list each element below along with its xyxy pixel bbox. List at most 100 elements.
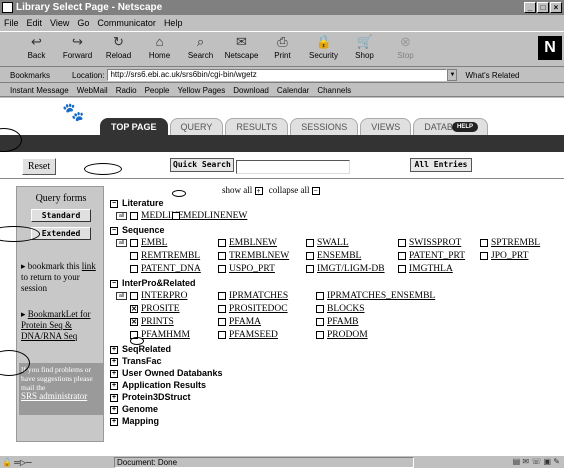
databank-checkbox[interactable] <box>316 291 324 300</box>
close-button[interactable]: × <box>550 2 562 13</box>
collapse-all-link[interactable]: collapse all <box>269 185 310 195</box>
toolbar-security-button[interactable]: 🔒 Security <box>303 32 344 66</box>
expand-icon[interactable]: + <box>110 369 118 378</box>
tab-top-page[interactable]: TOP PAGE <box>100 118 168 135</box>
databank-checkbox[interactable] <box>172 211 180 220</box>
databank-checkbox[interactable] <box>130 251 138 260</box>
databank-checkbox[interactable] <box>130 291 138 300</box>
databank-link[interactable]: EMBLNEW <box>229 238 277 248</box>
menu-file[interactable]: File <box>4 16 19 30</box>
databank-link[interactable]: IPRMATCHES_ENSEMBL <box>327 291 435 301</box>
expand-icon[interactable]: + <box>110 417 118 426</box>
databank-link[interactable]: SPTREMBL <box>491 238 540 248</box>
databank-link[interactable]: MEDLINENEW <box>183 211 247 221</box>
expand-icon[interactable]: + <box>110 393 118 402</box>
databank-checkbox[interactable] <box>316 317 324 326</box>
tab-query[interactable]: QUERY <box>169 118 224 135</box>
databank-link[interactable]: PRINTS <box>141 317 174 327</box>
select-all-icon[interactable]: all <box>116 239 127 247</box>
databank-link[interactable]: IMGTHLA <box>409 264 453 274</box>
databank-link[interactable]: PROSITE <box>141 304 180 314</box>
quick-search-input[interactable] <box>236 160 350 174</box>
databank-link[interactable]: JPO_PRT <box>491 251 528 261</box>
databank-checkbox[interactable] <box>218 317 226 326</box>
all-entries-button[interactable]: All Entries <box>410 158 472 172</box>
databank-checkbox[interactable] <box>218 291 226 300</box>
tab-results[interactable]: RESULTS <box>225 118 289 135</box>
extended-form-button[interactable]: Extended <box>31 227 91 240</box>
toolbar-shop-button[interactable]: 🛒 Shop <box>344 32 385 66</box>
databank-link[interactable]: EMBL <box>141 238 167 248</box>
databank-checkbox[interactable]: ✕ <box>130 317 138 326</box>
toolbar-netscape-button[interactable]: ✉ Netscape <box>221 32 262 66</box>
tab-views[interactable]: VIEWS <box>360 118 412 135</box>
component-bar-icon[interactable]: ▤ ✉ ☏ ▣ ✎ <box>513 457 560 466</box>
databank-checkbox[interactable] <box>398 264 406 273</box>
section-application-results[interactable]: + Application Results <box>110 380 206 391</box>
personal-bar-item[interactable]: Radio <box>116 86 137 95</box>
databank-link[interactable]: ENSEMBL <box>317 251 361 261</box>
databank-checkbox[interactable] <box>218 251 226 260</box>
toolbar-reload-button[interactable]: ↻ Reload <box>98 32 139 66</box>
databank-checkbox[interactable] <box>480 238 488 247</box>
databank-link[interactable]: PFAMHMM <box>141 330 190 340</box>
menu-help[interactable]: Help <box>164 16 183 30</box>
personal-bar-item[interactable]: Channels <box>317 86 351 95</box>
databank-link[interactable]: PFAMA <box>229 317 261 327</box>
databank-link[interactable]: INTERPRO <box>141 291 187 301</box>
personal-bar-item[interactable]: People <box>145 86 170 95</box>
personal-bar-item[interactable]: Download <box>233 86 269 95</box>
databank-link[interactable]: SWISSPROT <box>409 238 461 248</box>
section-literature[interactable]: − Literature <box>110 198 164 209</box>
databank-checkbox[interactable] <box>480 251 488 260</box>
databank-link[interactable]: TREMBLNEW <box>229 251 289 261</box>
databank-link[interactable]: PATENT_PRT <box>409 251 465 261</box>
databank-link[interactable]: SWALL <box>317 238 349 248</box>
personal-bar-item[interactable]: Yellow Pages <box>178 86 226 95</box>
databank-checkbox[interactable] <box>306 264 314 273</box>
databank-checkbox[interactable] <box>130 264 138 273</box>
expand-icon[interactable]: + <box>110 357 118 366</box>
personal-bar-item[interactable]: Calendar <box>277 86 309 95</box>
databank-checkbox[interactable] <box>218 264 226 273</box>
databank-link[interactable]: USPO_PRT <box>229 264 275 274</box>
databank-link[interactable]: BLOCKS <box>327 304 364 314</box>
section-user-owned-databanks[interactable]: + User Owned Databanks <box>110 368 223 379</box>
select-all-icon[interactable]: all <box>116 292 127 300</box>
databank-link[interactable]: IMGT/LIGM-DB <box>317 264 385 274</box>
collapse-icon[interactable]: − <box>110 199 118 208</box>
section-transfac[interactable]: + TransFac <box>110 356 162 367</box>
toolbar-back-button[interactable]: ↩ Back <box>16 32 57 66</box>
personal-bar-item[interactable]: WebMail <box>77 86 108 95</box>
bookmark-link[interactable]: link <box>82 261 96 271</box>
minimize-button[interactable]: _ <box>524 2 536 13</box>
menu-edit[interactable]: Edit <box>27 16 43 30</box>
databank-checkbox[interactable] <box>316 330 324 339</box>
collapse-icon[interactable]: − <box>110 279 118 288</box>
collapse-icon[interactable]: − <box>110 226 118 235</box>
toolbar-print-button[interactable]: ⎙ Print <box>262 32 303 66</box>
expand-icon[interactable]: + <box>110 345 118 354</box>
databank-link[interactable]: PFAMB <box>327 317 359 327</box>
expand-icon[interactable]: + <box>110 405 118 414</box>
whats-related-button[interactable]: What's Related <box>465 71 519 80</box>
srs-admin-link[interactable]: SRS administrator <box>21 391 87 401</box>
bookmarks-button[interactable]: Bookmarks <box>10 71 66 80</box>
section-interpro-related[interactable]: − InterPro&Related <box>110 278 196 289</box>
bookmarklet-link[interactable]: BookmarkLet for Protein Seq & DNA/RNA Se… <box>21 309 91 341</box>
databank-link[interactable]: IPRMATCHES <box>229 291 288 301</box>
databank-checkbox[interactable] <box>398 238 406 247</box>
menu-view[interactable]: View <box>50 16 69 30</box>
databank-checkbox[interactable] <box>218 304 226 313</box>
maximize-button[interactable]: □ <box>537 2 549 13</box>
databank-checkbox[interactable] <box>306 251 314 260</box>
select-all-icon[interactable]: all <box>116 212 127 220</box>
minus-icon[interactable]: − <box>311 187 320 195</box>
url-field[interactable]: http://srs6.ebi.ac.uk/srs6bin/cgi-bin/wg… <box>107 69 448 81</box>
expand-icon[interactable]: + <box>110 381 118 390</box>
databank-link[interactable]: PROSITEDOC <box>229 304 288 314</box>
databank-link[interactable]: PFAMSEED <box>229 330 278 340</box>
databank-checkbox[interactable] <box>398 251 406 260</box>
databank-checkbox[interactable] <box>130 211 138 220</box>
databank-link[interactable]: PATENT_DNA <box>141 264 201 274</box>
